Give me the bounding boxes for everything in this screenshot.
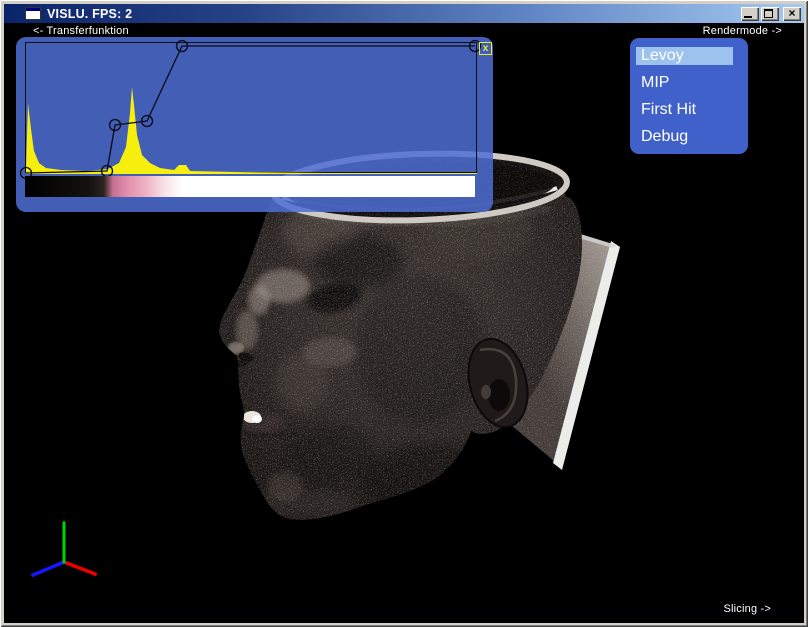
rendermode-label[interactable]: Rendermode -> [703,25,782,37]
transfer-function-panel: x [16,37,493,212]
rendermode-item-levoy[interactable]: Levoy [636,47,733,65]
transfer-function-curve [26,46,475,173]
color-gradient-bar[interactable] [25,176,475,197]
axes-gizmo [33,523,95,575]
close-icon: × [783,6,801,21]
rendermode-item-mip[interactable]: MIP [636,74,733,92]
minimize-button[interactable] [741,7,759,21]
close-button[interactable]: × [783,7,801,21]
slicing-label[interactable]: Slicing -> [723,603,771,615]
maximize-icon [764,9,773,18]
transfer-function-plot[interactable] [25,42,477,173]
window-title: VISLU. FPS: 2 [47,7,739,21]
app-window: VISLU. FPS: 2 × [0,0,808,627]
app-icon [25,7,41,20]
title-bar: VISLU. FPS: 2 × [4,4,804,23]
render-viewport[interactable]: <- Transferfunktion Rendermode -> Slicin… [4,23,804,623]
rendermode-menu: Levoy MIP First Hit Debug [630,38,748,154]
rendermode-item-debug[interactable]: Debug [636,128,733,146]
maximize-button[interactable] [761,7,779,21]
transferfunction-label[interactable]: <- Transferfunktion [33,25,129,37]
minimize-icon [744,16,752,18]
rendermode-item-first-hit[interactable]: First Hit [636,101,733,119]
panel-close-button[interactable]: x [479,42,492,55]
histogram [26,87,477,174]
